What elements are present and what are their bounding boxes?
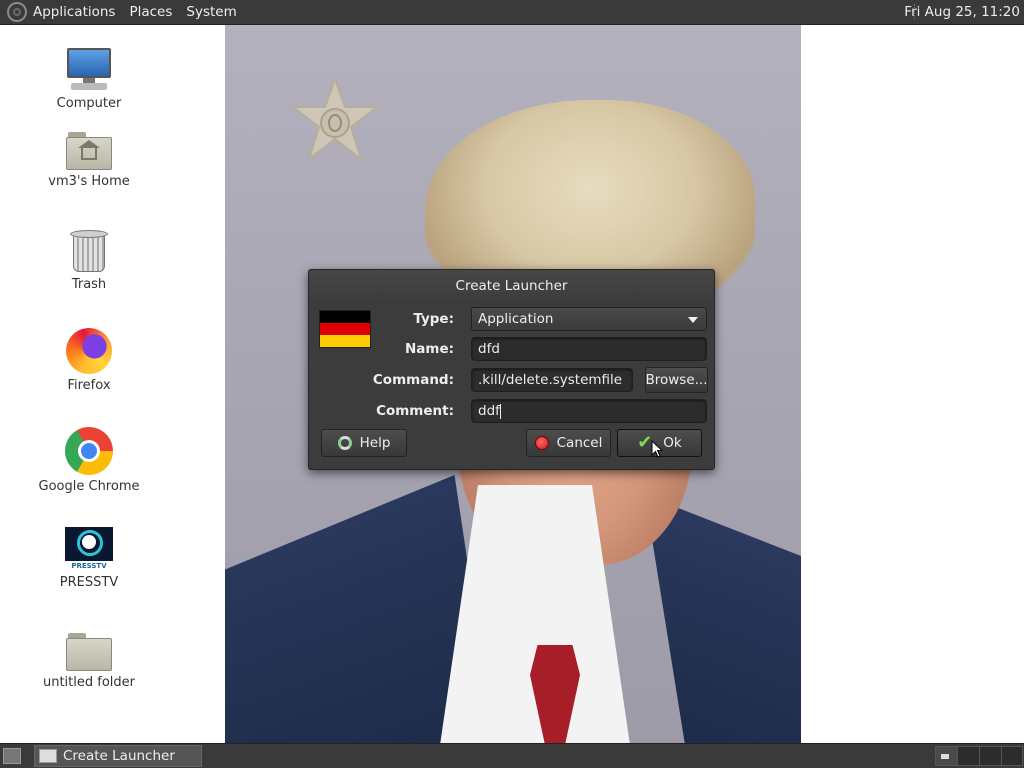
firefox-icon (66, 328, 112, 374)
folder-icon (66, 631, 112, 671)
desktop-icon-label: untitled folder (42, 675, 135, 690)
browse-button-label: Browse... (645, 372, 708, 388)
type-select-value: Application (478, 311, 554, 327)
workspace-2[interactable] (957, 746, 981, 766)
workspace-1[interactable] (935, 746, 959, 766)
comment-label: Comment: (376, 403, 454, 419)
computer-icon (65, 46, 113, 92)
jacket-right (645, 495, 801, 743)
chrome-icon (65, 427, 113, 475)
presstv-icon: PRESSTV (65, 527, 113, 571)
desktop-icon-label: Trash (71, 277, 107, 292)
menu-applications[interactable]: Applications (33, 4, 115, 20)
desktop-icon-google-chrome[interactable]: Google Chrome (24, 427, 154, 494)
bottom-panel: Create Launcher (0, 743, 1024, 768)
presstv-icon-text: PRESSTV (71, 562, 107, 570)
help-button[interactable]: Help (321, 429, 407, 457)
desktop-icon-label: PRESSTV (59, 575, 119, 590)
workspace-3[interactable] (979, 746, 1003, 766)
sheriff-badge-icon (291, 77, 379, 162)
dropdown-arrow-icon (688, 317, 698, 323)
mouse-cursor-icon (651, 440, 663, 458)
top-panel: Applications Places System Fri Aug 25, 1… (0, 0, 1024, 25)
name-field[interactable]: dfd (471, 337, 707, 361)
command-label: Command: (372, 372, 454, 388)
desktop-icon-presstv[interactable]: PRESSTV PRESSTV (24, 527, 154, 590)
comment-field[interactable]: ddf (471, 399, 707, 423)
cancel-icon (534, 436, 549, 450)
cancel-button[interactable]: Cancel (526, 429, 611, 457)
desktop-icon-label: Google Chrome (38, 479, 140, 494)
window-icon (39, 749, 57, 763)
desktop-icon-label: Firefox (67, 378, 111, 393)
name-label: Name: (404, 341, 454, 357)
browse-button[interactable]: Browse... (645, 367, 708, 393)
text-caret (499, 403, 501, 419)
home-folder-icon (66, 130, 112, 170)
desktop-icon-label: vm3's Home (48, 174, 130, 189)
ok-button-label: Ok (663, 435, 682, 451)
show-desktop-icon[interactable] (3, 748, 21, 764)
workspace-4[interactable] (1001, 746, 1023, 766)
desktop-icon-firefox[interactable]: Firefox (24, 328, 154, 393)
taskbar-window-title: Create Launcher (63, 748, 175, 764)
type-label: Type: (413, 311, 454, 327)
dialog-title[interactable]: Create Launcher (309, 270, 714, 302)
cancel-button-label: Cancel (556, 435, 603, 451)
clock[interactable]: Fri Aug 25, 11:20 (904, 4, 1020, 20)
comment-field-value: ddf (478, 403, 500, 419)
type-select[interactable]: Application (471, 307, 707, 331)
desktop-icon-home[interactable]: vm3's Home (24, 130, 154, 189)
create-launcher-dialog: Create Launcher Type: Application Name: … (308, 269, 715, 470)
command-field[interactable]: .kill/delete.systemfile (471, 368, 633, 392)
help-button-label: Help (359, 435, 391, 451)
desktop-icon-trash[interactable]: Trash (24, 229, 154, 292)
distro-logo-icon[interactable] (7, 2, 27, 22)
trash-icon (69, 229, 109, 273)
menu-system[interactable]: System (186, 4, 236, 20)
help-icon (337, 436, 352, 450)
taskbar-window-create-launcher[interactable]: Create Launcher (34, 745, 202, 767)
desktop-icon-label: Computer (56, 96, 122, 111)
menu-places[interactable]: Places (129, 4, 172, 20)
desktop-icon-untitled-folder[interactable]: untitled folder (24, 631, 154, 690)
desktop-icon-computer[interactable]: Computer (24, 46, 154, 111)
